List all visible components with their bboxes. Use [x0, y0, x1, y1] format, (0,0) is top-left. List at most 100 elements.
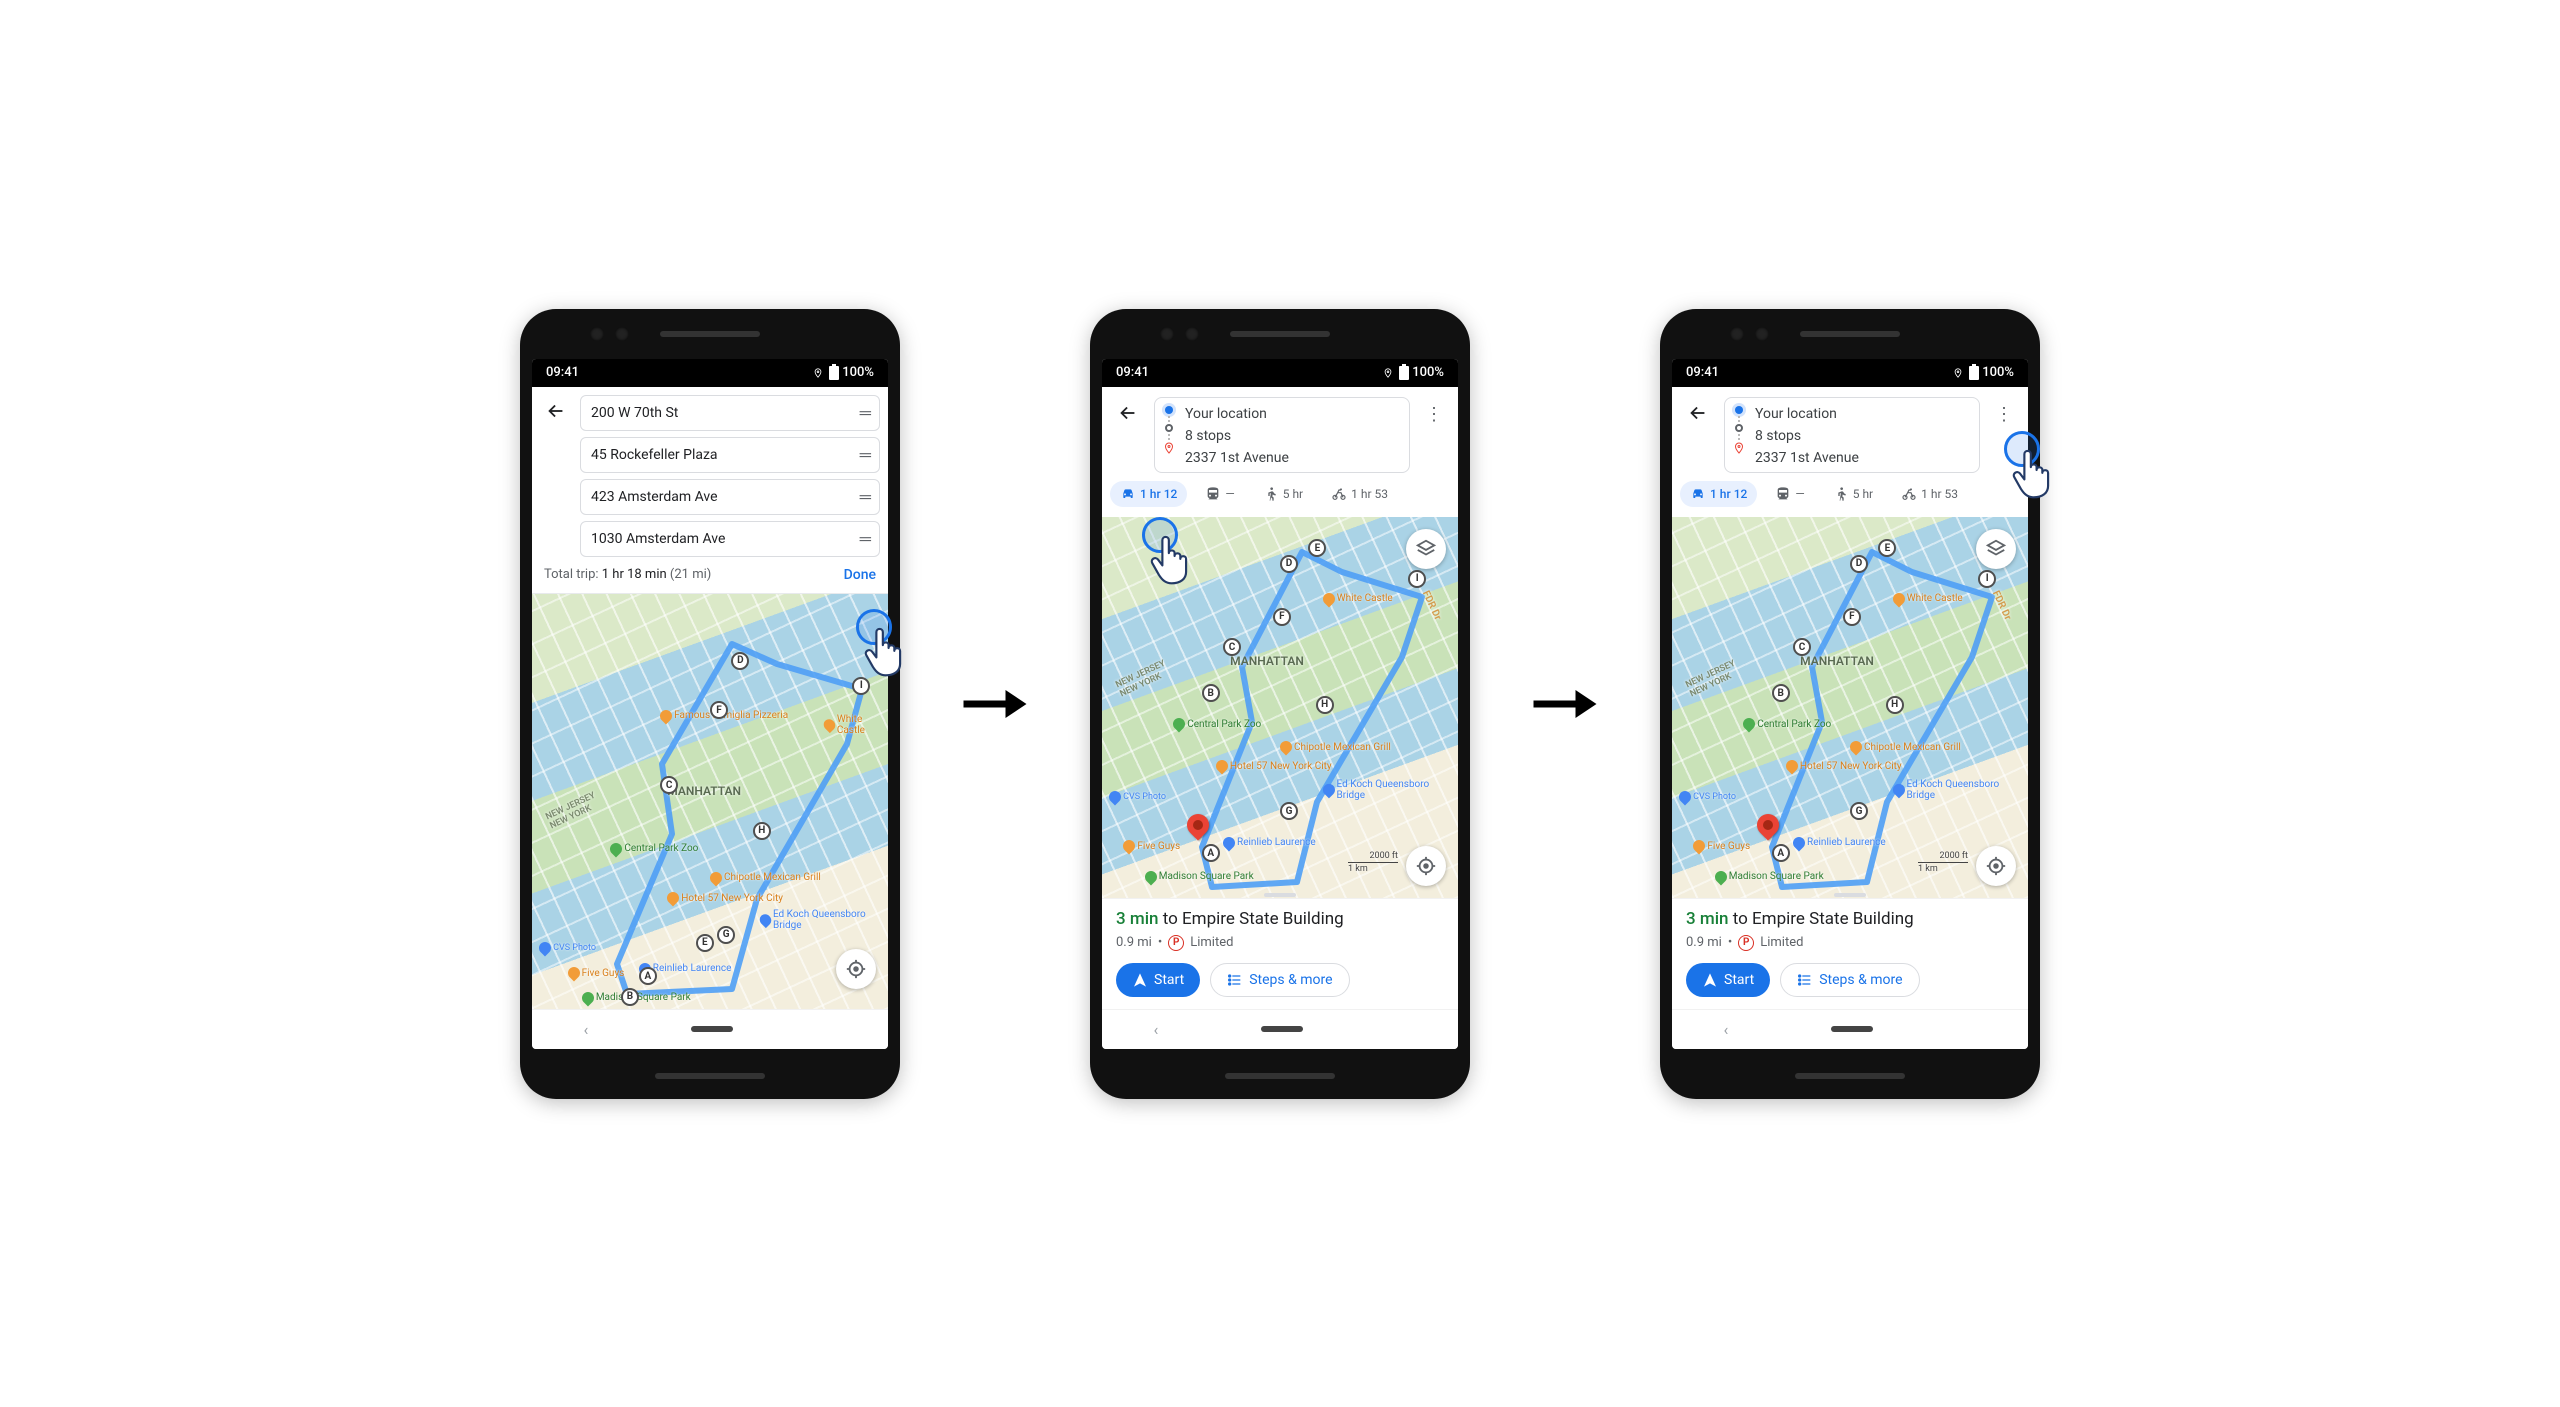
- back-button[interactable]: [1682, 397, 1714, 429]
- stop-row[interactable]: 45 Rockefeller Plaza ═: [580, 437, 880, 473]
- steps-button[interactable]: Steps & more: [1210, 963, 1349, 997]
- nav-back-button[interactable]: ‹: [584, 1020, 589, 1039]
- my-location-button[interactable]: [1976, 846, 2016, 886]
- start-label: Start: [1154, 972, 1184, 988]
- walk-icon: [1263, 486, 1279, 502]
- poi-chipotle[interactable]: Chipotle Mexican Grill: [710, 872, 821, 884]
- nav-back-button[interactable]: ‹: [1724, 1020, 1729, 1039]
- map-view[interactable]: MANHATTAN NEW JERSEY NEW YORK Central Pa…: [532, 594, 888, 1009]
- poi-chipotle[interactable]: Chipotle Mexican Grill: [1850, 741, 1961, 753]
- bottom-sheet[interactable]: 3 min to Empire State Building 0.9 mi • …: [1672, 898, 2028, 1009]
- eta-minutes: 3 min: [1116, 909, 1159, 929]
- mode-transit[interactable]: —: [1195, 481, 1244, 507]
- mode-drive[interactable]: 1 hr 12: [1680, 481, 1757, 507]
- mode-drive-time: 1 hr 12: [1710, 487, 1747, 501]
- stop-row[interactable]: 423 Amsterdam Ave ═: [580, 479, 880, 515]
- arrow-left-icon: [545, 400, 567, 422]
- mode-walk[interactable]: 5 hr: [1823, 481, 1883, 507]
- my-location-button[interactable]: [1406, 846, 1446, 886]
- poi-chipotle[interactable]: Chipotle Mexican Grill: [1280, 741, 1391, 753]
- poi-five-guys[interactable]: Five Guys: [1123, 840, 1180, 852]
- map-view[interactable]: MANHATTAN NEW JERSEY NEW YORK FDR Dr Cen…: [1672, 517, 2028, 898]
- more-options-button[interactable]: ⋮: [1990, 397, 2018, 433]
- poi-reinlieb[interactable]: Reinlieb Laurence: [1223, 837, 1316, 849]
- poi-reinlieb[interactable]: Reinlieb Laurence: [1793, 837, 1886, 849]
- status-time: 09:41: [1686, 365, 1719, 380]
- back-button[interactable]: [1112, 397, 1144, 429]
- poi-white-castle[interactable]: White Castle: [824, 714, 888, 736]
- drag-handle-icon[interactable]: ═: [860, 445, 869, 465]
- mode-walk[interactable]: 5 hr: [1253, 481, 1313, 507]
- navigate-icon: [1132, 972, 1148, 988]
- poi-ed-koch-bridge[interactable]: Ed Koch Queensboro Bridge: [1323, 779, 1458, 801]
- drag-handle-icon[interactable]: ═: [860, 529, 869, 549]
- poi-madison-square[interactable]: Madison Square Park: [1145, 871, 1254, 883]
- sheet-drag-handle[interactable]: [1834, 893, 1866, 897]
- stop-row[interactable]: 200 W 70th St ═: [580, 395, 880, 431]
- nav-home-button[interactable]: [1261, 1026, 1303, 1032]
- steps-button[interactable]: Steps & more: [1780, 963, 1919, 997]
- mode-transit[interactable]: —: [1765, 481, 1814, 507]
- map-label-nj: NEW JERSEY NEW YORK: [545, 791, 602, 832]
- sheet-drag-handle[interactable]: [1264, 893, 1296, 897]
- directions-card[interactable]: Your location 8 stops 2337 1st Avenue: [1724, 397, 1980, 473]
- mode-bike-time: 1 hr 53: [1921, 487, 1958, 501]
- poi-hotel57[interactable]: Hotel 57 New York City: [1786, 760, 1902, 772]
- poi-madison-square[interactable]: Madison Square Park: [1715, 871, 1824, 883]
- drag-handle-icon[interactable]: ═: [860, 487, 869, 507]
- poi-ed-koch-bridge[interactable]: Ed Koch Queensboro Bridge: [1893, 779, 2028, 801]
- eta-line: 3 min to Empire State Building: [1116, 909, 1444, 929]
- map-view[interactable]: MANHATTAN NEW JERSEY NEW YORK FDR Dr Cen…: [1102, 517, 1458, 898]
- poi-five-guys[interactable]: Five Guys: [1693, 840, 1750, 852]
- done-button[interactable]: Done: [844, 567, 876, 583]
- arrow-left-icon: [1687, 402, 1709, 424]
- poi-cvs[interactable]: CVS Photo: [1679, 791, 1736, 803]
- poi-cvs[interactable]: CVS Photo: [539, 942, 596, 954]
- drag-handle-icon[interactable]: ═: [860, 403, 869, 423]
- start-navigation-button[interactable]: Start: [1116, 963, 1200, 997]
- layers-button[interactable]: [1406, 529, 1446, 569]
- back-button[interactable]: [540, 395, 572, 427]
- stop-name: 45 Rockefeller Plaza: [591, 447, 718, 463]
- map-label-fdr: FDR Dr: [1990, 589, 2013, 622]
- destination-pin-icon: [1163, 442, 1175, 454]
- poi-central-park-zoo[interactable]: Central Park Zoo: [610, 843, 698, 855]
- steps-label: Steps & more: [1819, 972, 1902, 988]
- stop-row[interactable]: 1030 Amsterdam Ave ═: [580, 521, 880, 557]
- poi-hotel57[interactable]: Hotel 57 New York City: [1216, 760, 1332, 772]
- poi-five-guys[interactable]: Five Guys: [568, 967, 625, 979]
- map-label-fdr: FDR Dr: [1420, 589, 1443, 622]
- mode-drive-time: 1 hr 12: [1140, 487, 1177, 501]
- mode-bike[interactable]: 1 hr 53: [1321, 481, 1398, 507]
- battery-icon: 100%: [1969, 365, 2014, 380]
- poi-central-park-zoo[interactable]: Central Park Zoo: [1173, 718, 1261, 730]
- nav-home-button[interactable]: [691, 1026, 733, 1032]
- nav-back-button[interactable]: ‹: [1154, 1020, 1159, 1039]
- map-label-nj: NEW JERSEY NEW YORK: [1685, 659, 1742, 700]
- poi-cvs[interactable]: CVS Photo: [1109, 791, 1166, 803]
- start-navigation-button[interactable]: Start: [1686, 963, 1770, 997]
- poi-white-castle[interactable]: White Castle: [1323, 593, 1393, 605]
- status-bar: 09:41 100%: [1672, 359, 2028, 387]
- poi-hotel57[interactable]: Hotel 57 New York City: [667, 892, 783, 904]
- poi-white-castle[interactable]: White Castle: [1893, 593, 1963, 605]
- bottom-sheet[interactable]: 3 min to Empire State Building 0.9 mi • …: [1102, 898, 1458, 1009]
- directions-card[interactable]: Your location 8 stops 2337 1st Avenue: [1154, 397, 1410, 473]
- walk-icon: [1833, 486, 1849, 502]
- nav-home-button[interactable]: [1831, 1026, 1873, 1032]
- map-label-manhattan: MANHATTAN: [667, 784, 741, 798]
- my-location-button[interactable]: [836, 949, 876, 989]
- mode-bike[interactable]: 1 hr 53: [1891, 481, 1968, 507]
- layers-button[interactable]: [1976, 529, 2016, 569]
- mode-drive[interactable]: 1 hr 12: [1110, 481, 1187, 507]
- more-options-button[interactable]: ⋮: [1420, 397, 1448, 433]
- more-vert-icon: ⋮: [1995, 404, 2013, 425]
- directions-origin: Your location: [1755, 406, 1859, 422]
- travel-mode-tabs: 1 hr 12 — 5 hr 1 hr 53: [1672, 473, 2028, 517]
- poi-central-park-zoo[interactable]: Central Park Zoo: [1743, 718, 1831, 730]
- parking-status: Limited: [1190, 935, 1233, 950]
- eta-distance: 0.9 mi: [1686, 935, 1722, 950]
- layers-icon: [1415, 538, 1437, 560]
- flow-arrow-icon: [960, 679, 1030, 729]
- poi-ed-koch-bridge[interactable]: Ed Koch Queensboro Bridge: [760, 909, 888, 931]
